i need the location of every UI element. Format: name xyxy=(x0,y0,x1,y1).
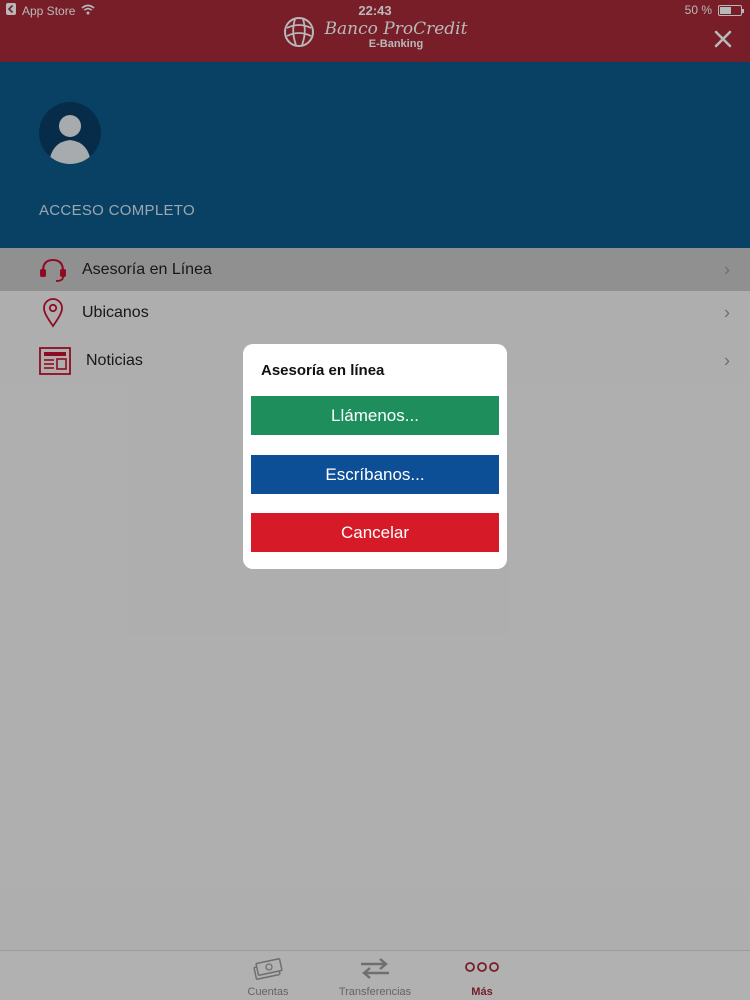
dialog-title: Asesoría en línea xyxy=(261,362,385,379)
write-us-button[interactable]: Escríbanos... xyxy=(251,455,499,494)
cancel-button[interactable]: Cancelar xyxy=(251,513,499,552)
call-us-button[interactable]: Llámenos... xyxy=(251,396,499,435)
advice-dialog: Asesoría en línea Llámenos... Escríbanos… xyxy=(243,344,507,569)
